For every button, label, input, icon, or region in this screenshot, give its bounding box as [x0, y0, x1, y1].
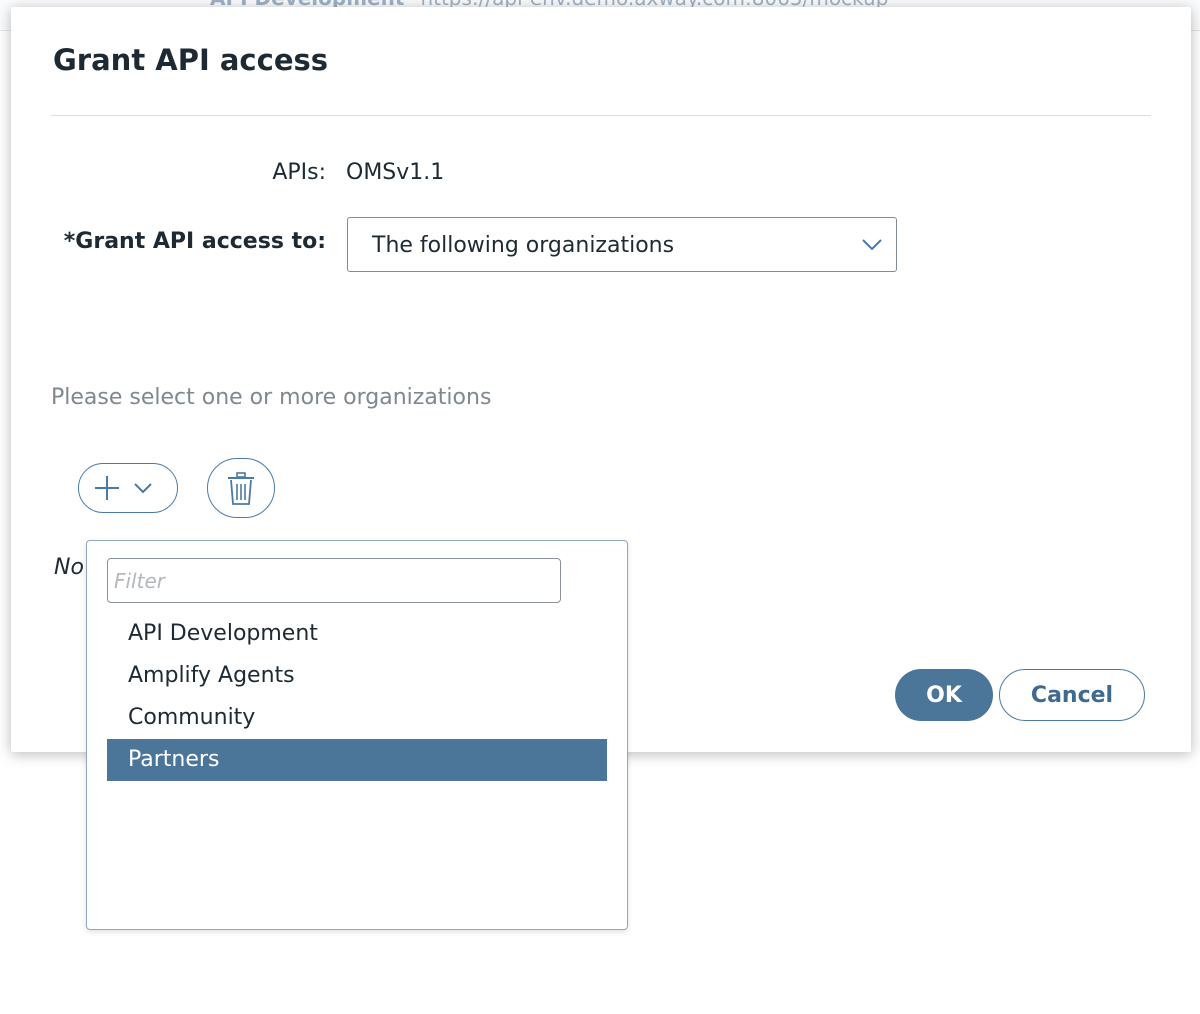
- title-divider: [51, 115, 1151, 116]
- filter-input[interactable]: [107, 558, 561, 603]
- organization-option[interactable]: Partners: [107, 739, 607, 781]
- cancel-button[interactable]: Cancel: [999, 669, 1145, 721]
- apis-label: APIs:: [272, 160, 326, 185]
- plus-icon: [95, 476, 152, 500]
- organization-option[interactable]: Amplify Agents: [107, 655, 607, 697]
- page: API Developmenthttps://api-env.demo.axwa…: [0, 0, 1200, 1014]
- grant-access-select-value: The following organizations: [372, 233, 675, 258]
- organization-option[interactable]: Community: [107, 697, 607, 739]
- apis-value: OMSv1.1: [346, 160, 445, 185]
- add-organization-button[interactable]: [78, 463, 178, 513]
- chevron-down-icon: [862, 239, 882, 251]
- trash-icon: [228, 472, 254, 505]
- chevron-down-icon: [134, 483, 152, 494]
- organization-options: API Development Amplify Agents Community…: [107, 613, 607, 781]
- organization-option[interactable]: API Development: [107, 613, 607, 655]
- organization-dropdown: API Development Amplify Agents Community…: [86, 540, 628, 930]
- no-organizations-note: No organizations selected: [54, 555, 87, 580]
- dialog-title: Grant API access: [53, 43, 329, 77]
- grant-access-select[interactable]: The following organizations: [347, 217, 897, 272]
- select-organizations-hint: Please select one or more organizations: [51, 385, 492, 410]
- delete-organization-button[interactable]: [207, 458, 275, 518]
- ok-button[interactable]: OK: [895, 669, 993, 721]
- grant-access-label: *Grant API access to:: [63, 229, 326, 254]
